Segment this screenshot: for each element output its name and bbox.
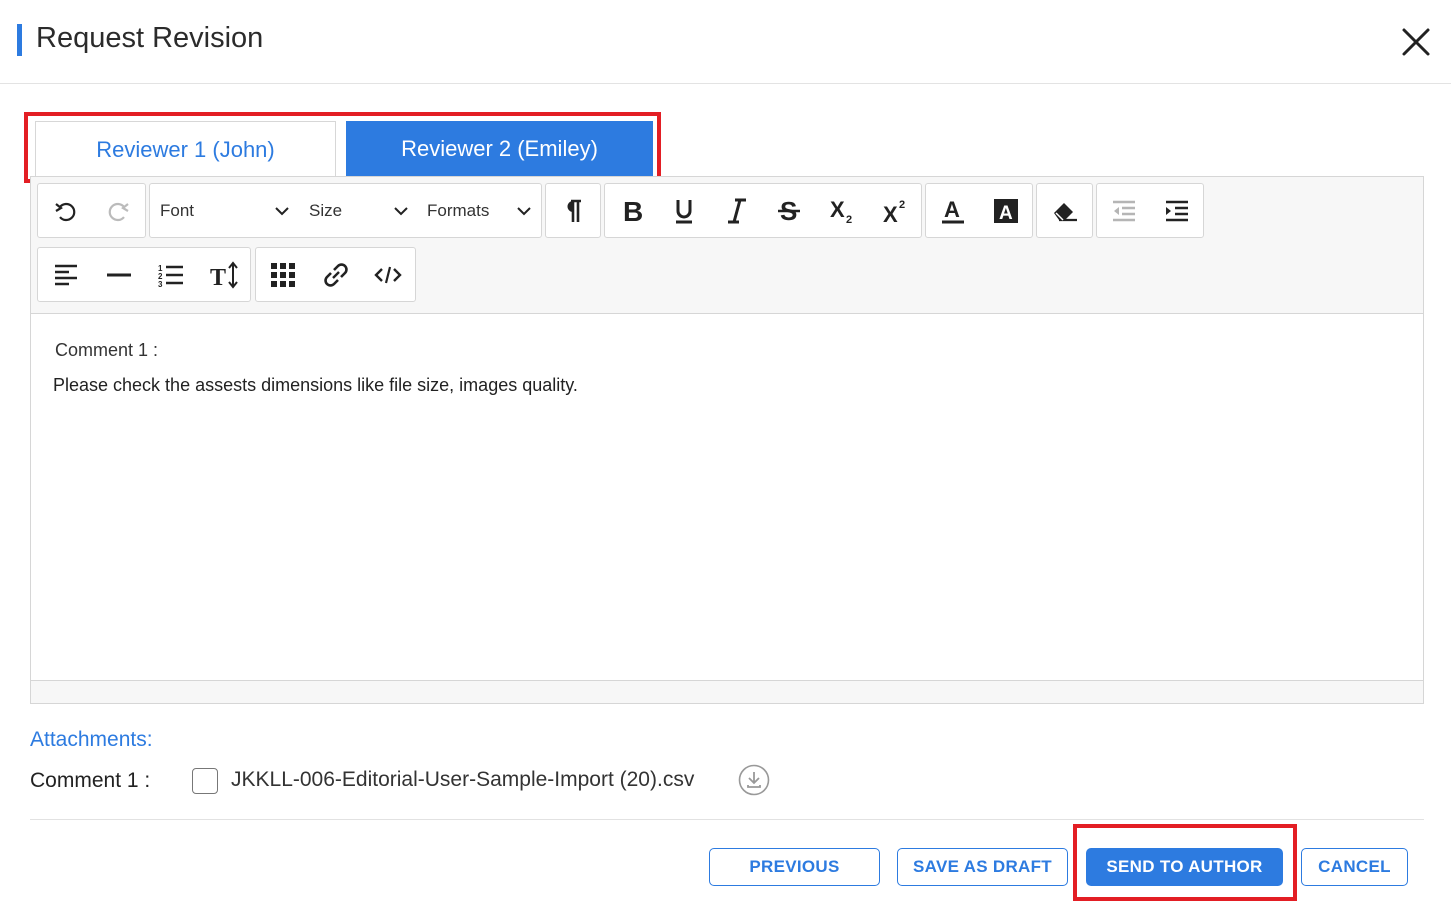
tab-reviewer-1[interactable]: Reviewer 1 (John) <box>35 121 336 177</box>
chevron-down-icon <box>394 207 408 216</box>
color-group: A A <box>925 183 1033 238</box>
dialog-title: Request Revision <box>36 22 264 54</box>
dialog-header: Request Revision <box>0 0 1451 84</box>
history-group <box>37 183 146 238</box>
svg-text:B: B <box>623 197 643 225</box>
footer-divider <box>30 819 1424 820</box>
background-color-icon[interactable]: A <box>980 184 1032 237</box>
close-icon[interactable] <box>1398 24 1434 60</box>
editor-comment-text: Please check the assests dimensions like… <box>53 375 578 395</box>
size-select[interactable]: Size <box>309 184 414 237</box>
clear-format-group <box>1036 183 1093 238</box>
title-accent-bar <box>17 24 22 56</box>
editor-content-area[interactable]: Comment 1 : Please check the assests dim… <box>31 314 1423 681</box>
editor-toolbar: Font Size Formats B S X 2 X 2 A A 1 2 3 … <box>31 177 1423 314</box>
link-icon[interactable] <box>310 248 362 301</box>
code-view-icon[interactable] <box>362 248 414 301</box>
font-select[interactable]: Font <box>160 184 295 237</box>
download-icon[interactable] <box>738 764 770 796</box>
table-icon[interactable] <box>257 248 309 301</box>
strikethrough-icon[interactable]: S <box>763 184 815 237</box>
size-select-label: Size <box>309 200 343 220</box>
horizontal-line-icon[interactable] <box>93 248 145 301</box>
bold-icon[interactable]: B <box>606 184 658 237</box>
attachment-checkbox[interactable] <box>192 768 218 794</box>
paragraph-group <box>545 183 601 238</box>
indent-icon[interactable] <box>1151 184 1203 237</box>
line-height-icon[interactable]: T <box>198 248 250 301</box>
text-style-group: B S X2 X2 <box>604 183 922 238</box>
svg-text:X: X <box>883 202 898 225</box>
insert-group <box>255 247 416 302</box>
svg-text:A: A <box>944 197 960 222</box>
svg-text:2: 2 <box>899 199 905 211</box>
paragraph-format-group: 123 T <box>37 247 251 302</box>
outdent-icon[interactable] <box>1098 184 1150 237</box>
svg-text:2: 2 <box>846 214 852 225</box>
superscript-icon[interactable]: X2 <box>869 184 921 237</box>
redo-icon[interactable] <box>92 184 144 237</box>
svg-text:T: T <box>210 265 226 289</box>
editor-comment-heading: Comment 1 : <box>55 340 159 360</box>
attachments-heading: Attachments: <box>30 728 153 751</box>
eraser-icon[interactable] <box>1039 184 1091 237</box>
svg-text:3: 3 <box>158 280 163 288</box>
tab-reviewer-2[interactable]: Reviewer 2 (Emiley) <box>346 121 653 177</box>
send-to-author-button[interactable]: SEND TO AUTHOR <box>1086 848 1283 886</box>
paragraph-icon[interactable] <box>547 184 599 237</box>
svg-text:X: X <box>830 197 845 222</box>
rich-text-editor: Font Size Formats B S X 2 X 2 A A 1 2 3 … <box>30 176 1424 704</box>
svg-text:A: A <box>999 203 1013 224</box>
formats-select[interactable]: Formats <box>427 184 537 237</box>
undo-icon[interactable] <box>40 184 92 237</box>
save-as-draft-button[interactable]: SAVE AS DRAFT <box>897 848 1068 886</box>
chevron-down-icon <box>517 207 531 216</box>
chevron-down-icon <box>275 207 289 216</box>
ordered-list-icon[interactable]: 123 <box>145 248 197 301</box>
indent-group <box>1096 183 1204 238</box>
font-color-icon[interactable]: A <box>927 184 979 237</box>
attachment-file-name: JKKLL-006-Editorial-User-Sample-Import (… <box>231 768 695 791</box>
subscript-icon[interactable]: X2 <box>816 184 868 237</box>
cancel-button[interactable]: CANCEL <box>1301 848 1408 886</box>
attachment-comment-label: Comment 1 : <box>30 769 151 792</box>
formats-select-label: Formats <box>427 200 490 220</box>
underline-icon[interactable] <box>658 184 710 237</box>
italic-icon[interactable] <box>711 184 763 237</box>
previous-button[interactable]: PREVIOUS <box>709 848 880 886</box>
font-select-label: Font <box>160 200 195 220</box>
font-select-group: Font Size Formats <box>149 183 542 238</box>
align-left-icon[interactable] <box>40 248 92 301</box>
